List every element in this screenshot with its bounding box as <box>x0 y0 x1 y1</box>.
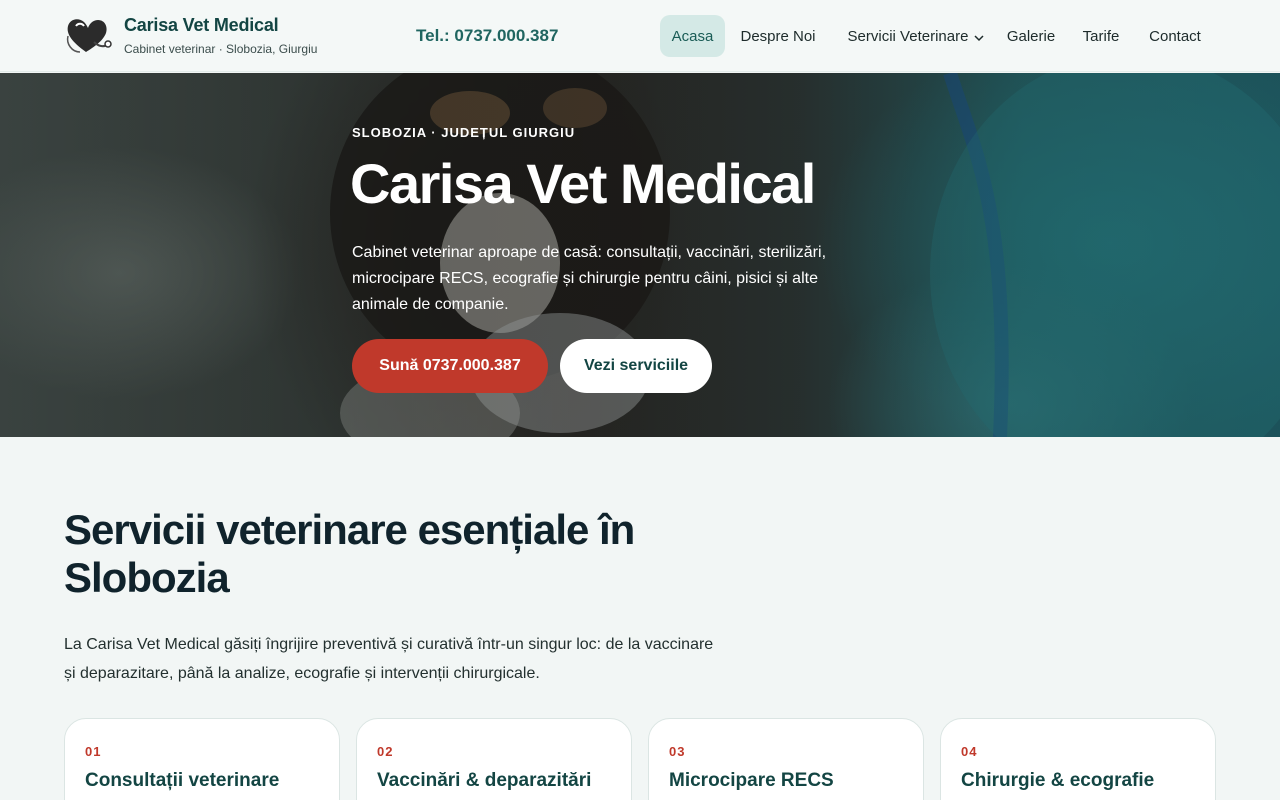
nav-item-contact[interactable]: Contact <box>1138 15 1212 57</box>
service-card-number: 01 <box>85 744 102 759</box>
service-card-microcipare[interactable]: 03 Microcipare RECS <box>648 718 924 800</box>
service-card-vaccinari[interactable]: 02 Vaccinări & deparazitări <box>356 718 632 800</box>
service-card-consultatii[interactable]: 01 Consultații veterinare <box>64 718 340 800</box>
service-card-chirurgie[interactable]: 04 Chirurgie & ecografie <box>940 718 1216 800</box>
nav-item-servicii-veterinare[interactable]: Servicii Veterinare <box>836 15 996 57</box>
nav-item-despre-noi[interactable]: Despre Noi <box>730 15 826 57</box>
services-description: La Carisa Vet Medical găsiți îngrijire p… <box>64 636 714 682</box>
service-card-title: Vaccinări & deparazitări <box>377 770 592 791</box>
nav-item-galerie[interactable]: Galerie <box>998 15 1064 57</box>
call-button[interactable]: Sună 0737.000.387 <box>352 339 548 393</box>
hero-description: Cabinet veterinar aproape de casă: consu… <box>352 244 827 313</box>
nav-item-tarife[interactable]: Tarife <box>1072 15 1130 57</box>
service-card-number: 02 <box>377 744 394 759</box>
hero-eyebrow: SLOBOZIA · JUDEȚUL GIURGIU <box>352 125 576 140</box>
service-card-number: 04 <box>961 744 978 759</box>
hero-title: Carisa Vet Medical <box>350 152 816 215</box>
view-services-button[interactable]: Vezi serviciile <box>560 339 712 393</box>
service-card-title: Consultații veterinare <box>85 770 280 791</box>
service-card-title: Microcipare RECS <box>669 770 834 791</box>
service-card-number: 03 <box>669 744 686 759</box>
site-header: Carisa Vet Medical Cabinet veterinar · S… <box>0 0 1280 72</box>
nav-item-label: Acasa <box>671 27 714 45</box>
nav-item-label: Galerie <box>1006 27 1056 45</box>
nav-item-acasa[interactable]: Acasa <box>660 15 725 57</box>
services-title: Servicii veterinare esențiale în Slobozi… <box>64 506 635 601</box>
service-card-title: Chirurgie & ecografie <box>961 770 1155 791</box>
nav-item-label: Tarife <box>1082 27 1120 45</box>
nav-item-label: Despre Noi <box>740 27 816 45</box>
brand-name[interactable]: Carisa Vet Medical <box>124 15 279 36</box>
heart-stethoscope-logo-icon[interactable] <box>64 14 112 58</box>
nav-item-label: Servicii Veterinare <box>847 27 969 45</box>
nav-item-label: Contact <box>1149 27 1201 45</box>
brand-tagline: Cabinet veterinar · Slobozia, Giurgiu <box>124 42 318 56</box>
chevron-down-icon <box>974 29 984 46</box>
header-phone-link[interactable]: Tel.: 0737.000.387 <box>416 26 558 46</box>
hero-section: SLOBOZIA · JUDEȚUL GIURGIU Carisa Vet Me… <box>0 73 1280 437</box>
